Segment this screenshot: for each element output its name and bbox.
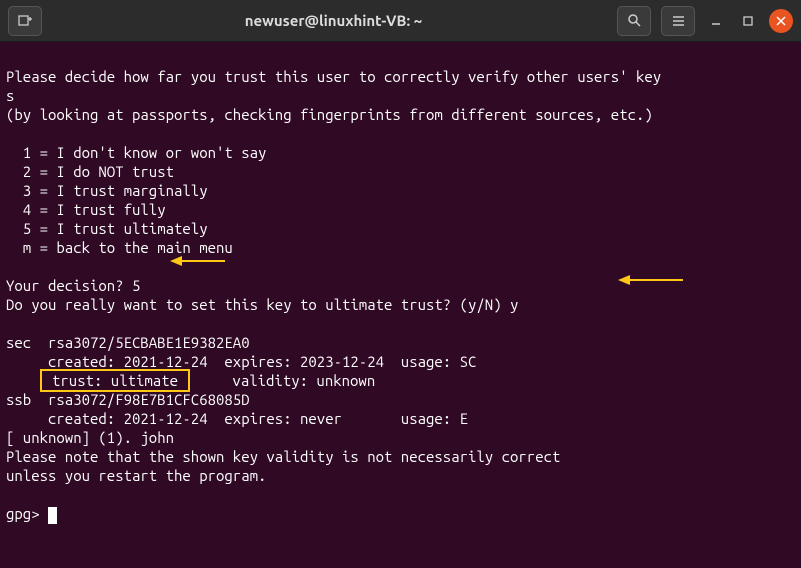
text-line: 2 = I do NOT trust: [6, 163, 174, 180]
annotation-arrow-icon: [618, 272, 688, 288]
close-icon: [776, 16, 786, 26]
titlebar-controls: [617, 6, 793, 36]
note-line: unless you restart the program.: [6, 467, 266, 484]
text-line: Please decide how far you trust this use…: [6, 68, 661, 85]
confirm-line: Do you really want to set this key to ul…: [6, 296, 518, 313]
close-button[interactable]: [769, 9, 793, 33]
decision-line: Your decision? 5: [6, 277, 140, 294]
ssb-created-line: created: 2021-12-24 expires: never usage…: [6, 410, 493, 427]
hamburger-icon: [671, 13, 686, 28]
sec-created-line: created: 2021-12-24 expires: 2023-12-24 …: [6, 353, 493, 370]
note-line: Please note that the shown key validity …: [6, 448, 560, 465]
maximize-icon: [742, 15, 754, 27]
titlebar: newuser@linuxhint-VB: ~: [0, 0, 801, 42]
minimize-icon: [710, 15, 722, 27]
search-icon: [627, 13, 642, 28]
text-line: 5 = I trust ultimately: [6, 220, 208, 237]
maximize-button[interactable]: [737, 10, 759, 32]
text-line: 4 = I trust fully: [6, 201, 166, 218]
text-line: s: [6, 87, 14, 104]
menu-button[interactable]: [661, 6, 695, 36]
trust-highlight: trust: ultimate: [40, 369, 191, 392]
window-title: newuser@linuxhint-VB: ~: [50, 12, 617, 29]
gpg-prompt: gpg>: [6, 505, 48, 522]
unknown-line: [ unknown] (1). john: [6, 429, 174, 446]
trust-pre: [6, 372, 40, 389]
text-line: (by looking at passports, checking finge…: [6, 106, 653, 123]
ssb-line: ssb rsa3072/F98E7B1CFC68085D: [6, 391, 250, 408]
search-button[interactable]: [617, 6, 651, 36]
new-tab-button[interactable]: [8, 6, 42, 36]
terminal-content[interactable]: Please decide how far you trust this use…: [0, 42, 801, 568]
minimize-button[interactable]: [705, 10, 727, 32]
annotation-arrow-icon: [170, 253, 230, 269]
new-tab-icon: [17, 13, 33, 29]
text-line: 3 = I trust marginally: [6, 182, 208, 199]
sec-line: sec rsa3072/5ECBABE1E9382EA0: [6, 334, 250, 351]
cursor: [48, 507, 57, 524]
trust-post: validity: unknown: [190, 372, 375, 389]
text-line: 1 = I don't know or won't say: [6, 144, 266, 161]
